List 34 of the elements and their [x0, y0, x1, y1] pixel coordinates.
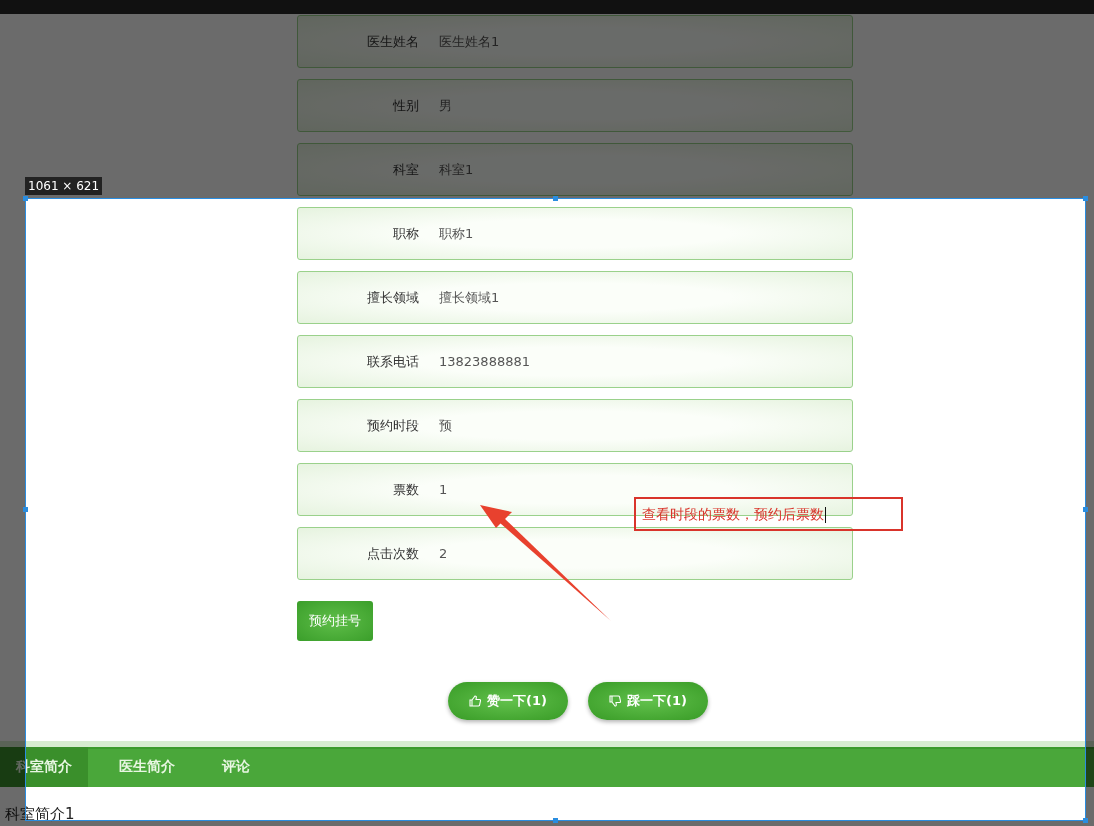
resize-handle[interactable] — [1083, 196, 1088, 201]
field-label: 医生姓名 — [366, 32, 419, 51]
field-value: 医生姓名1 — [439, 32, 500, 51]
field-value: 2 — [439, 546, 448, 561]
field-value: 13823888881 — [439, 354, 530, 369]
book-button[interactable]: 预约挂号 — [297, 601, 373, 641]
field-value: 科室1 — [439, 160, 474, 179]
dislike-button[interactable]: 踩一下(1) — [588, 682, 708, 720]
resize-handle[interactable] — [23, 507, 28, 512]
field-label: 性别 — [392, 96, 419, 115]
field-value: 男 — [439, 96, 452, 115]
field-value: 职称1 — [439, 224, 474, 243]
field-label: 票数 — [392, 480, 419, 499]
tab[interactable]: 医生简介 — [103, 747, 191, 787]
field-label: 点击次数 — [366, 544, 419, 563]
field-label: 联系电话 — [366, 352, 419, 371]
resize-handle[interactable] — [553, 818, 558, 823]
tab[interactable]: 评论 — [206, 747, 266, 787]
annotation-text[interactable]: 查看时段的票数，预约后票数 — [634, 497, 903, 531]
size-label: 1061 × 621 — [25, 177, 103, 195]
field-value: 擅长领域1 — [439, 288, 500, 307]
field-label: 预约时段 — [366, 416, 419, 435]
resize-handle[interactable] — [1083, 507, 1088, 512]
field-value: 预 — [439, 416, 452, 435]
field-label: 科室 — [392, 160, 419, 179]
resize-handle[interactable] — [553, 196, 558, 201]
like-button[interactable]: 赞一下(1) — [448, 682, 568, 720]
field-label: 擅长领域 — [366, 288, 419, 307]
field-value: 1 — [439, 482, 448, 497]
resize-handle[interactable] — [23, 196, 28, 201]
resize-handle[interactable] — [1083, 818, 1088, 823]
field-label: 职称 — [392, 224, 419, 243]
thumbs-up-icon — [469, 695, 482, 707]
thumbs-down-icon — [609, 695, 622, 707]
